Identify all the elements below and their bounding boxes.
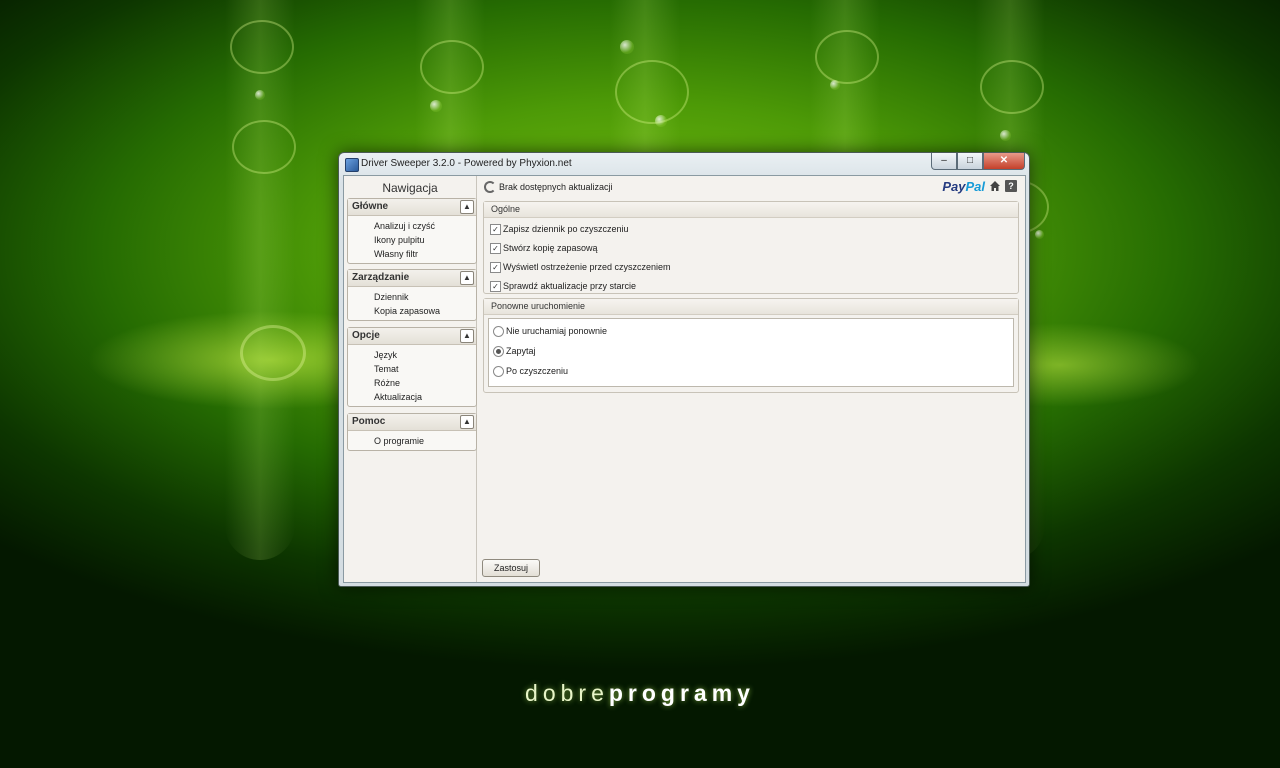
nav-item-misc[interactable]: Różne [348,376,476,390]
brand-bold: programy [608,680,755,706]
nav-item-custom-filter[interactable]: Własny filtr [348,247,476,261]
option-no-restart[interactable]: Nie uruchamiaj ponownie [489,321,1013,341]
radio-label: Zapytaj [506,346,536,356]
window-client: Nawigacja Główne ▲ Analizuj i czyść Ikon… [343,175,1026,583]
nav-item-analyze[interactable]: Analizuj i czyść [348,219,476,233]
section-title: Ogólne [484,202,1018,218]
apply-button[interactable]: Zastosuj [482,559,540,577]
checkbox-label: Sprawdź aktualizacje przy starcie [503,281,637,291]
app-icon [345,158,359,172]
nav-item-update[interactable]: Aktualizacja [348,390,476,404]
nav-item-backup[interactable]: Kopia zapasowa [348,304,476,318]
nav-item-desktop-icons[interactable]: Ikony pulpitu [348,233,476,247]
nav-group-header[interactable]: Pomoc ▲ [348,414,476,431]
option-show-warning[interactable]: ✓ Wyświetl ostrzeżenie przed czyszczenie… [484,258,1018,277]
paypal-logo[interactable]: PayPal [942,179,985,194]
paypal-logo-part: Pay [942,179,966,194]
checkbox-label: Wyświetl ostrzeżenie przed czyszczeniem [503,262,671,272]
collapse-icon[interactable]: ▲ [460,200,474,214]
paypal-logo-part: Pal [965,179,985,194]
option-create-backup[interactable]: ✓ Stwórz kopię zapasową [484,239,1018,258]
top-bar: Brak dostępnych aktualizacji PayPal ? [477,176,1025,196]
nav-title: Nawigacja [382,181,438,195]
nav-item-theme[interactable]: Temat [348,362,476,376]
nav-group-header[interactable]: Zarządzanie ▲ [348,270,476,287]
nav-group-main: Główne ▲ Analizuj i czyść Ikony pulpitu … [347,198,477,264]
collapse-icon[interactable]: ▲ [460,271,474,285]
section-title: Ponowne uruchomienie [484,299,1018,315]
nav-group-help: Pomoc ▲ O programie [347,413,477,451]
checkbox[interactable]: ✓ [490,224,501,235]
general-section: Ogólne ✓ Zapisz dziennik po czyszczeniu … [483,201,1019,294]
title-bar[interactable]: Driver Sweeper 3.2.0 - Powered by Phyxio… [339,153,1029,175]
brand-light: dobre [525,680,609,706]
collapse-icon[interactable]: ▲ [460,329,474,343]
nav-group-label: Opcje [352,330,380,341]
app-window: Driver Sweeper 3.2.0 - Powered by Phyxio… [338,152,1030,587]
close-button[interactable]: ✕ [983,153,1025,170]
update-status: Brak dostępnych aktualizacji [499,182,613,192]
refresh-icon [484,181,496,193]
navigation-panel: Nawigacja Główne ▲ Analizuj i czyść Ikon… [344,176,477,582]
nav-group-options: Opcje ▲ Język Temat Różne Aktualizacja [347,327,477,407]
help-icon[interactable]: ? [1005,180,1017,192]
nav-group-management: Zarządzanie ▲ Dziennik Kopia zapasowa [347,269,477,321]
option-after-cleaning[interactable]: Po czyszczeniu [489,361,1013,381]
branding-logo: dobreprogramy [0,680,1280,707]
maximize-button[interactable]: □ [957,153,983,170]
option-check-updates[interactable]: ✓ Sprawdź aktualizacje przy starcie [484,277,1018,296]
radio-label: Nie uruchamiaj ponownie [506,326,608,336]
radio-button[interactable] [493,366,504,377]
main-panel: Brak dostępnych aktualizacji PayPal ? Og… [477,176,1025,582]
checkbox[interactable]: ✓ [490,281,501,292]
minimize-button[interactable]: ‒ [931,153,957,170]
home-icon[interactable] [989,180,1001,192]
checkbox-label: Stwórz kopię zapasową [503,243,598,253]
nav-item-language[interactable]: Język [348,348,476,362]
nav-item-about[interactable]: O programie [348,434,476,448]
nav-item-log[interactable]: Dziennik [348,290,476,304]
radio-label: Po czyszczeniu [506,366,569,376]
nav-group-header[interactable]: Główne ▲ [348,199,476,216]
checkbox[interactable]: ✓ [490,243,501,254]
checkbox-label: Zapisz dziennik po czyszczeniu [503,224,629,234]
radio-button[interactable] [493,326,504,337]
nav-group-label: Zarządzanie [352,272,410,283]
restart-options: Nie uruchamiaj ponownie Zapytaj Po czysz… [488,318,1014,387]
nav-group-label: Główne [352,201,389,212]
radio-button[interactable] [493,346,504,357]
nav-group-label: Pomoc [352,416,386,427]
option-ask[interactable]: Zapytaj [489,341,1013,361]
option-save-log[interactable]: ✓ Zapisz dziennik po czyszczeniu [484,220,1018,239]
nav-group-header[interactable]: Opcje ▲ [348,328,476,345]
checkbox[interactable]: ✓ [490,262,501,273]
restart-section: Ponowne uruchomienie Nie uruchamiaj pono… [483,298,1019,393]
window-title: Driver Sweeper 3.2.0 - Powered by Phyxio… [361,158,572,169]
collapse-icon[interactable]: ▲ [460,415,474,429]
